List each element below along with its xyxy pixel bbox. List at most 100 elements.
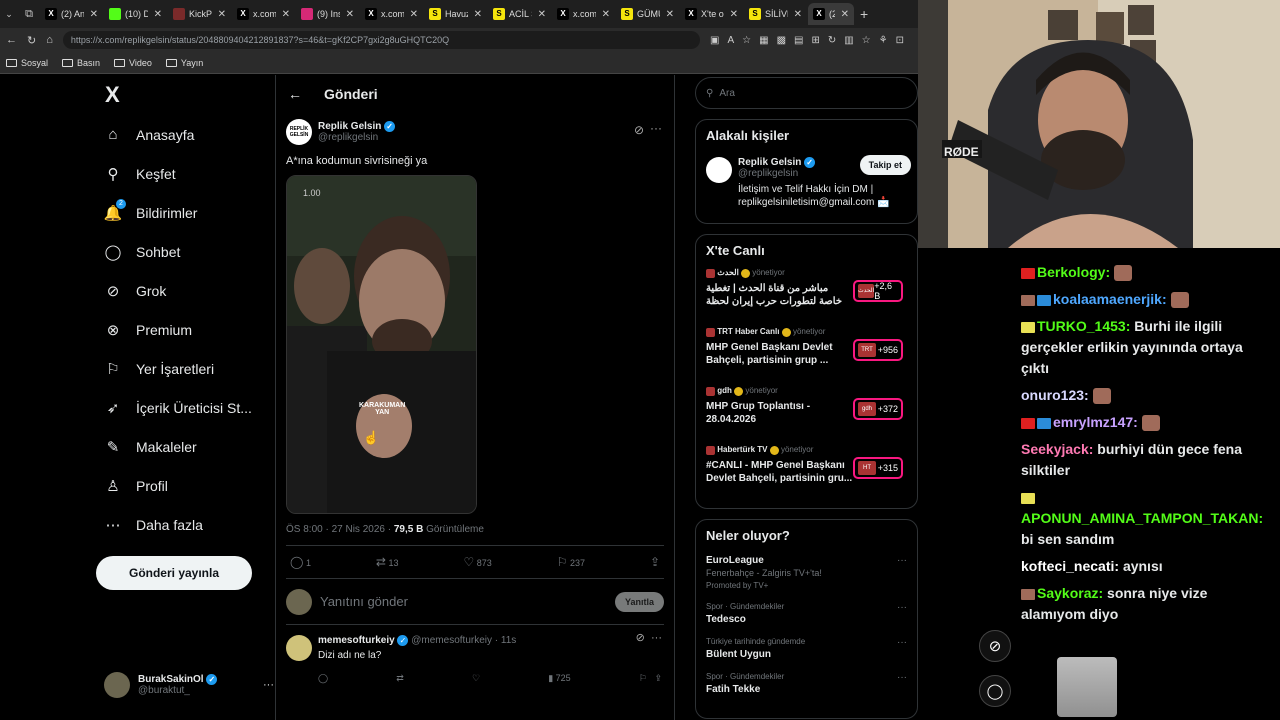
extensions-icons[interactable]: ▣A☆▦▩▤⊞↻▥☆⚘⊡	[710, 35, 912, 46]
trend-more-icon[interactable]: ···	[897, 637, 907, 648]
chat-username[interactable]: onuro123	[1021, 387, 1084, 403]
live-item[interactable]: Habertürk TV yönetiyor #CANLI - MHP Gene…	[706, 445, 907, 504]
trend-more-icon[interactable]: ···	[897, 602, 907, 613]
back-icon[interactable]: ←	[6, 34, 17, 46]
nav-item-9[interactable]: ♙ Profil	[96, 466, 276, 505]
nav-item-2[interactable]: 🔔 2 Bildirimler	[96, 193, 276, 232]
bookmark-action[interactable]: ⚐ 237	[557, 555, 585, 569]
live-listeners-badge[interactable]: HT +315	[853, 457, 903, 480]
nav-item-10[interactable]: ⋯ Daha fazla	[96, 505, 276, 544]
tab-1[interactable]: (10) Da ✕	[104, 3, 167, 25]
nav-item-4[interactable]: ⊘ Grok	[96, 271, 276, 310]
url-field[interactable]: https://x.com/replikgelsin/status/204880…	[62, 31, 701, 49]
tab-actions-icon[interactable]: ⌄	[0, 9, 18, 20]
follow-button[interactable]: Takip et	[859, 155, 911, 175]
tab-7[interactable]: S ACİL S ✕	[488, 3, 551, 25]
nav-item-8[interactable]: ✎ Makaleler	[96, 427, 276, 466]
search-input[interactable]: Ara	[719, 88, 735, 99]
nav-item-7[interactable]: ➶ İçerik Üreticisi St...	[96, 388, 276, 427]
tab-close-icon[interactable]: ✕	[474, 9, 482, 20]
x-logo[interactable]: X	[96, 75, 276, 115]
tab-close-icon[interactable]: ✕	[794, 9, 802, 20]
trend-item[interactable]: Spor · Gündemdekiler Fatih Tekke ···	[706, 672, 907, 695]
tab-11[interactable]: S SİLİVR ✕	[744, 3, 807, 25]
tab-6[interactable]: S Havuzl ✕	[424, 3, 487, 25]
chat-username[interactable]: TURKO_1453	[1037, 318, 1126, 334]
tab-close-icon[interactable]: ✕	[90, 9, 98, 20]
live-listeners-badge[interactable]: الحدث +2,6 B	[853, 280, 903, 303]
tab-12[interactable]: X (2 ✕	[808, 3, 854, 25]
reply-button[interactable]: Yanıtla	[614, 591, 664, 612]
live-item[interactable]: الحدث yönetiyor مباشر من قناة الحدث | تغ…	[706, 268, 907, 327]
tab-close-icon[interactable]: ✕	[602, 9, 610, 20]
reply-action[interactable]: ◯ 1	[290, 555, 311, 569]
nav-item-5[interactable]: ⊗ Premium	[96, 310, 276, 349]
live-item[interactable]: TRT Haber Canlı yönetiyor MHP Genel Başk…	[706, 327, 907, 386]
tab-8[interactable]: Xx.com/i ✕	[552, 3, 615, 25]
post-video[interactable]: 1.00 KARAKUMAN YAN ☝	[286, 175, 477, 514]
bookmark-icon[interactable]: ⚐ ⇪	[639, 673, 662, 684]
chat-username[interactable]: Berkology	[1037, 264, 1105, 280]
tab-5[interactable]: Xx.com/i ✕	[360, 3, 423, 25]
home-browser-icon[interactable]: ⌂	[46, 34, 53, 46]
reply-more-icon[interactable]: ⊘ ···	[636, 631, 662, 644]
chat-username[interactable]: APONUN_AMINA_TAMPON_TAKAN	[1021, 510, 1259, 526]
bookmark-1[interactable]: Basın	[62, 58, 100, 68]
tab-close-icon[interactable]: ✕	[841, 9, 849, 20]
tab-2[interactable]: KickPe ✕	[168, 3, 231, 25]
tab-0[interactable]: X (2) Ana ✕	[40, 3, 103, 25]
trend-item[interactable]: EuroLeague Fenerbahçe - Zalgiris TV+'ta!…	[706, 555, 907, 590]
nav-item-0[interactable]: ⌂ Anasayfa	[96, 115, 276, 154]
reply-author[interactable]: memesofturkeiy	[318, 635, 395, 646]
grok-icon[interactable]: ⊘	[634, 123, 644, 137]
like-action[interactable]: ♡ 873	[463, 555, 491, 569]
back-arrow-icon[interactable]: ←	[288, 86, 302, 102]
related-avatar[interactable]	[706, 157, 732, 183]
reply-icon[interactable]: ◯	[318, 673, 328, 684]
author-handle[interactable]: @replikgelsin	[318, 132, 395, 143]
post-more-icon[interactable]: ···	[650, 121, 662, 135]
bookmark-0[interactable]: Sosyal	[6, 58, 48, 68]
reload-icon[interactable]: ↻	[27, 34, 36, 47]
tab-close-icon[interactable]: ✕	[538, 9, 546, 20]
more-icon[interactable]: ···	[263, 679, 274, 691]
trend-item[interactable]: Spor · Gündemdekiler Tedesco ···	[706, 602, 907, 625]
reply-input[interactable]: Yanıtını gönder	[320, 594, 607, 609]
author-name[interactable]: Replik Gelsin	[318, 121, 381, 132]
chat-username[interactable]: Seekyjack	[1021, 441, 1089, 457]
nav-item-1[interactable]: ⚲ Keşfet	[96, 154, 276, 193]
reply-post[interactable]: memesofturkeiy ✓ @memesofturkeiy · 11s D…	[286, 625, 664, 685]
tab-4[interactable]: (9) Inst ✕	[296, 3, 359, 25]
post-button[interactable]: Gönderi yayınla	[96, 556, 252, 590]
bookmark-3[interactable]: Yayın	[165, 58, 203, 68]
reply-avatar[interactable]	[286, 635, 312, 661]
author-avatar[interactable]: REPLİK GELSİN	[286, 119, 312, 145]
trend-item[interactable]: Türkiye tarihinde gündemde Bülent Uygun …	[706, 637, 907, 660]
chat-username[interactable]: kofteci_necati	[1021, 558, 1114, 574]
tab-close-icon[interactable]: ✕	[346, 9, 354, 20]
related-name[interactable]: Replik Gelsin	[738, 157, 801, 168]
share-icon[interactable]: ⇪	[650, 555, 660, 569]
tab-3[interactable]: Xx.com/i ✕	[232, 3, 295, 25]
workspaces-icon[interactable]: ⧉	[18, 8, 40, 21]
chat-username[interactable]: emrylmz147	[1053, 414, 1133, 430]
messages-float-button[interactable]: ◯	[979, 675, 1011, 707]
tab-10[interactable]: X X'te o ✕	[680, 3, 743, 25]
post-time[interactable]: ÖS 8:00 · 27 Nis 2026 ·	[286, 524, 394, 535]
live-item[interactable]: gdh yönetiyor MHP Grup Toplantısı - 28.0…	[706, 386, 907, 445]
tab-9[interactable]: S GÜMÜŞ ✕	[616, 3, 679, 25]
search-box[interactable]: ⚲ Ara	[695, 77, 918, 109]
tab-close-icon[interactable]: ✕	[282, 9, 290, 20]
tab-close-icon[interactable]: ✕	[730, 9, 738, 20]
tab-close-icon[interactable]: ✕	[154, 9, 162, 20]
live-listeners-badge[interactable]: TRT +956	[853, 339, 903, 362]
nav-item-3[interactable]: ◯ Sohbet	[96, 232, 276, 271]
repost-icon[interactable]: ⇄	[396, 673, 404, 684]
chat-username[interactable]: Saykoraz	[1037, 585, 1098, 601]
tab-close-icon[interactable]: ✕	[218, 9, 226, 20]
new-tab-button[interactable]: +	[860, 6, 868, 22]
trend-more-icon[interactable]: ···	[897, 555, 907, 566]
account-switcher[interactable]: BurakSakinOl ✓ @buraktut_ ···	[104, 672, 274, 698]
heart-icon[interactable]: ♡	[472, 673, 480, 684]
reply-views[interactable]: ▮ 725	[548, 673, 570, 684]
